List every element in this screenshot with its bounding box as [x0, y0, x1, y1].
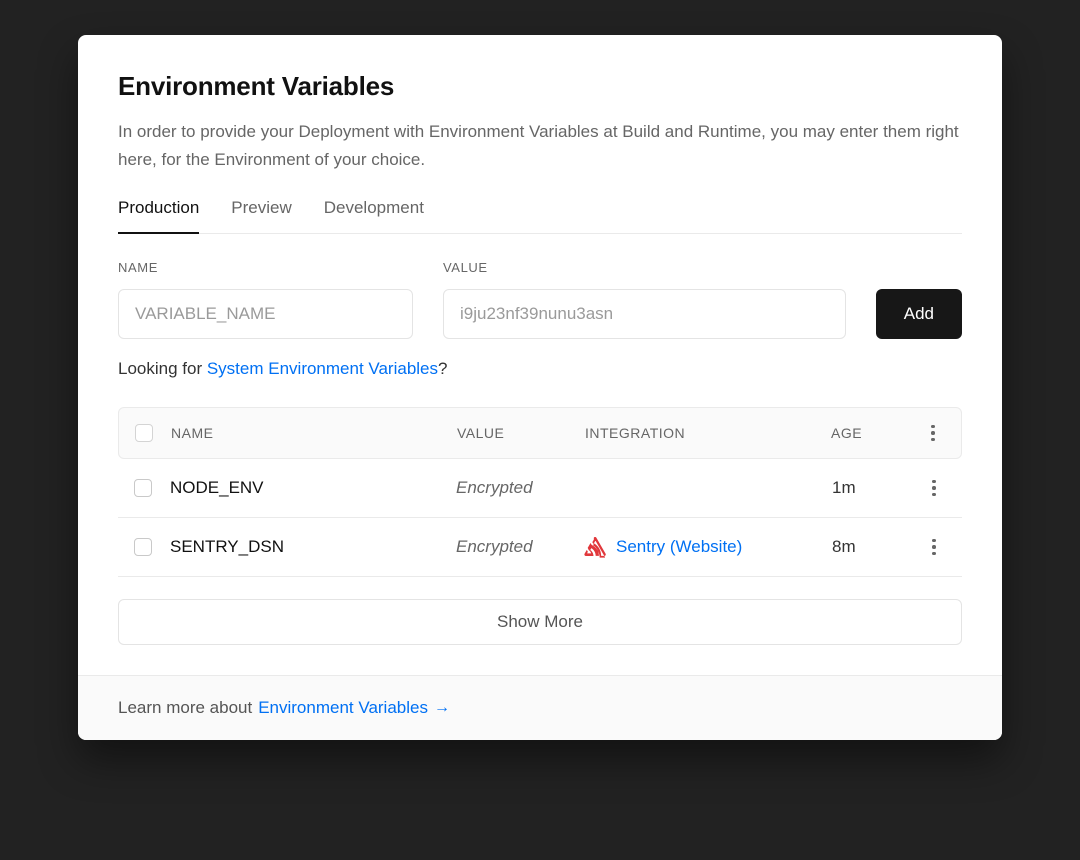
- sentry-icon: [584, 536, 606, 558]
- table-row: SENTRY_DSN Encrypted Sentry (Website) 8m: [118, 518, 962, 577]
- environment-tabs: Production Preview Development: [118, 198, 962, 234]
- row-checkbox[interactable]: [134, 538, 152, 556]
- row-checkbox[interactable]: [134, 479, 152, 497]
- learn-more-link[interactable]: Environment Variables: [258, 698, 428, 718]
- th-name: NAME: [171, 425, 457, 441]
- variables-table: NAME VALUE INTEGRATION AGE NODE_ENV Encr…: [118, 407, 962, 645]
- name-input[interactable]: [118, 289, 413, 339]
- th-integration: INTEGRATION: [585, 425, 831, 441]
- var-name: SENTRY_DSN: [170, 537, 456, 557]
- th-age: AGE: [831, 425, 921, 441]
- table-header: NAME VALUE INTEGRATION AGE: [118, 407, 962, 459]
- hint-suffix: ?: [438, 359, 447, 378]
- var-integration: Sentry (Website): [584, 536, 832, 558]
- row-more-icon[interactable]: [923, 536, 945, 558]
- tab-development[interactable]: Development: [324, 198, 424, 234]
- add-variable-form: NAME VALUE Add: [118, 260, 962, 339]
- tab-preview[interactable]: Preview: [231, 198, 291, 234]
- row-more-icon[interactable]: [923, 477, 945, 499]
- var-value: Encrypted: [456, 478, 584, 498]
- page-subtitle: In order to provide your Deployment with…: [118, 118, 962, 174]
- footer-prefix: Learn more about: [118, 698, 252, 718]
- card-body: Environment Variables In order to provid…: [78, 35, 1002, 675]
- hint-prefix: Looking for: [118, 359, 207, 378]
- var-age: 1m: [832, 478, 922, 498]
- th-value: VALUE: [457, 425, 585, 441]
- system-vars-hint: Looking for System Environment Variables…: [118, 359, 962, 379]
- value-input[interactable]: [443, 289, 846, 339]
- field-name: NAME: [118, 260, 413, 339]
- arrow-right-icon: →: [434, 699, 450, 717]
- system-env-vars-link[interactable]: System Environment Variables: [207, 359, 438, 378]
- page-title: Environment Variables: [118, 71, 962, 102]
- select-all-checkbox[interactable]: [135, 424, 153, 442]
- var-value: Encrypted: [456, 537, 584, 557]
- table-row: NODE_ENV Encrypted 1m: [118, 459, 962, 518]
- add-button[interactable]: Add: [876, 289, 962, 339]
- field-value: VALUE: [443, 260, 846, 339]
- tab-production[interactable]: Production: [118, 198, 199, 234]
- integration-link[interactable]: Sentry (Website): [616, 537, 742, 557]
- var-age: 8m: [832, 537, 922, 557]
- show-more-button[interactable]: Show More: [118, 599, 962, 645]
- env-variables-card: Environment Variables In order to provid…: [78, 35, 1002, 740]
- header-more-icon[interactable]: [922, 422, 944, 444]
- var-name: NODE_ENV: [170, 478, 456, 498]
- name-label: NAME: [118, 260, 413, 275]
- card-footer: Learn more about Environment Variables →: [78, 675, 1002, 740]
- value-label: VALUE: [443, 260, 846, 275]
